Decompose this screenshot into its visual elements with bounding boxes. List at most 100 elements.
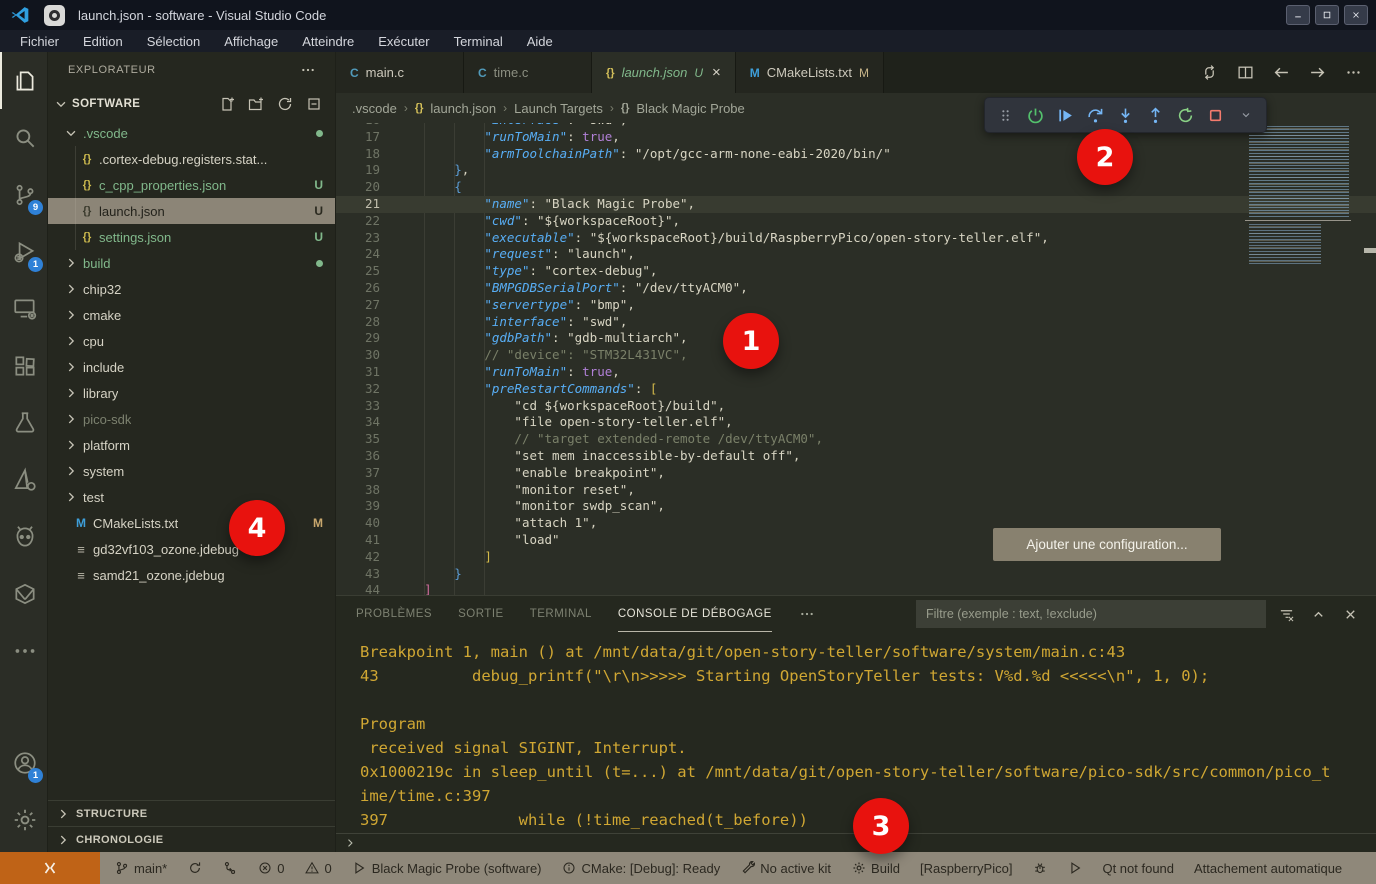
- activity-item[interactable]: [0, 451, 48, 508]
- breadcrumb-item[interactable]: .vscode ›: [352, 101, 408, 116]
- activity-item[interactable]: [0, 622, 48, 679]
- tree-item[interactable]: {} c_cpp_properties.json U: [48, 172, 335, 198]
- add-configuration-button[interactable]: Ajouter une configuration...: [993, 528, 1221, 561]
- filter-box[interactable]: [916, 600, 1266, 628]
- tree-item[interactable]: cmake: [48, 302, 335, 328]
- maximize-button[interactable]: [1315, 5, 1339, 25]
- status-item[interactable]: 0: [257, 861, 284, 876]
- refresh-icon[interactable]: [276, 95, 294, 113]
- breadcrumb-item[interactable]: {} launch.json ›: [415, 101, 507, 116]
- tree-item[interactable]: build: [48, 250, 335, 276]
- tree-item[interactable]: system: [48, 458, 335, 484]
- status-item[interactable]: Qt not found: [1102, 861, 1174, 876]
- stop-icon[interactable]: [1202, 101, 1229, 129]
- status-item[interactable]: 0: [304, 861, 331, 876]
- minimap[interactable]: [1245, 123, 1361, 595]
- step-out-icon[interactable]: [1142, 101, 1169, 129]
- status-item[interactable]: Black Magic Probe (software): [352, 861, 542, 876]
- panel-tab[interactable]: PROBLÈMES: [356, 596, 432, 632]
- tree-item[interactable]: chip32: [48, 276, 335, 302]
- activity-item[interactable]: 1: [0, 223, 48, 280]
- swap-icon[interactable]: [1200, 64, 1218, 82]
- menu-item[interactable]: Edition: [71, 34, 135, 49]
- editor-scrollbar[interactable]: [1363, 123, 1376, 595]
- filter-icon[interactable]: [1277, 605, 1295, 623]
- menu-item[interactable]: Sélection: [135, 34, 212, 49]
- tree-item[interactable]: {} settings.json U: [48, 224, 335, 250]
- sidebar-section[interactable]: CHRONOLOGIE: [48, 826, 335, 852]
- status-item[interactable]: [1067, 861, 1082, 876]
- breadcrumb-item[interactable]: Launch Targets ›: [514, 101, 614, 116]
- status-item[interactable]: [RaspberryPico]: [920, 861, 1012, 876]
- menu-item[interactable]: Exécuter: [366, 34, 441, 49]
- menu-item[interactable]: Aide: [515, 34, 565, 49]
- tree-item[interactable]: ≡ samd21_ozone.jdebug: [48, 562, 335, 588]
- status-item[interactable]: [187, 861, 202, 876]
- menu-item[interactable]: Atteindre: [290, 34, 366, 49]
- activity-item[interactable]: 9: [0, 166, 48, 223]
- status-item[interactable]: No active kit: [740, 861, 831, 876]
- panel-tab[interactable]: SORTIE: [458, 596, 504, 632]
- sidebar-section[interactable]: STRUCTURE: [48, 800, 335, 826]
- minimize-button[interactable]: [1286, 5, 1310, 25]
- tree-item[interactable]: pico-sdk: [48, 406, 335, 432]
- tree-item[interactable]: {} launch.json U: [48, 198, 335, 224]
- remote-indicator[interactable]: [0, 852, 100, 884]
- activity-item[interactable]: 1: [0, 734, 48, 791]
- activity-item[interactable]: [0, 791, 48, 848]
- status-item[interactable]: [222, 861, 237, 876]
- more-actions-icon[interactable]: [299, 61, 317, 79]
- restart-icon[interactable]: [1172, 101, 1199, 129]
- maximize-panel-icon[interactable]: [1309, 605, 1327, 623]
- folder-section-header[interactable]: SOFTWARE: [48, 88, 335, 120]
- split-icon[interactable]: [1236, 64, 1254, 82]
- status-item[interactable]: [1032, 861, 1047, 876]
- tree-item[interactable]: ≡ gd32vf103_ozone.jdebug: [48, 536, 335, 562]
- panel-tab[interactable]: CONSOLE DE DÉBOGAGE: [618, 596, 772, 632]
- panel-tab[interactable]: TERMINAL: [530, 596, 592, 632]
- power-icon[interactable]: [1022, 101, 1049, 129]
- breadcrumb-item[interactable]: {} Black Magic Probe ›: [621, 101, 745, 116]
- status-item[interactable]: CMake: [Debug]: Ready: [562, 861, 721, 876]
- activity-item[interactable]: [0, 109, 48, 166]
- step-into-icon[interactable]: [1112, 101, 1139, 129]
- status-item[interactable]: Build: [851, 861, 900, 876]
- activity-item[interactable]: [0, 52, 48, 109]
- tree-item[interactable]: M CMakeLists.txt M: [48, 510, 335, 536]
- step-over-icon[interactable]: [1082, 101, 1109, 129]
- tree-item[interactable]: test: [48, 484, 335, 510]
- close-panel-icon[interactable]: [1341, 605, 1359, 623]
- editor-tab[interactable]: M CMakeLists.txt M: [736, 52, 884, 93]
- activity-item[interactable]: [0, 337, 48, 394]
- activity-item[interactable]: [0, 280, 48, 337]
- activity-item[interactable]: [0, 394, 48, 451]
- ellipsis-icon[interactable]: [1344, 64, 1362, 82]
- grip-icon[interactable]: [992, 101, 1019, 129]
- filter-input[interactable]: [916, 600, 1266, 628]
- new-folder-icon[interactable]: [247, 95, 265, 113]
- close-button[interactable]: [1344, 5, 1368, 25]
- status-item[interactable]: main*: [114, 861, 167, 876]
- tree-item[interactable]: platform: [48, 432, 335, 458]
- close-icon[interactable]: ×: [712, 64, 721, 81]
- activity-item[interactable]: [0, 565, 48, 622]
- tree-item[interactable]: library: [48, 380, 335, 406]
- tree-item[interactable]: {} .cortex-debug.registers.stat...: [48, 146, 335, 172]
- chev-down-icon[interactable]: [1232, 101, 1259, 129]
- arrow-right-icon[interactable]: [1308, 64, 1326, 82]
- editor-tab[interactable]: C time.c: [464, 52, 592, 93]
- tree-item[interactable]: include: [48, 354, 335, 380]
- continue-icon[interactable]: [1052, 101, 1079, 129]
- collapse-all-icon[interactable]: [305, 95, 323, 113]
- activity-item[interactable]: [0, 508, 48, 565]
- debug-console[interactable]: Breakpoint 1, main () at /mnt/data/git/o…: [336, 632, 1376, 833]
- editor-tab[interactable]: C main.c: [336, 52, 464, 93]
- tree-item[interactable]: .vscode: [48, 120, 335, 146]
- panel-more-icon[interactable]: [798, 605, 816, 623]
- tree-item[interactable]: cpu: [48, 328, 335, 354]
- editor-tab[interactable]: {} launch.json U ×: [592, 52, 736, 93]
- menu-item[interactable]: Affichage: [212, 34, 290, 49]
- status-item[interactable]: Attachement automatique: [1194, 861, 1342, 876]
- menu-item[interactable]: Fichier: [8, 34, 71, 49]
- menu-item[interactable]: Terminal: [442, 34, 515, 49]
